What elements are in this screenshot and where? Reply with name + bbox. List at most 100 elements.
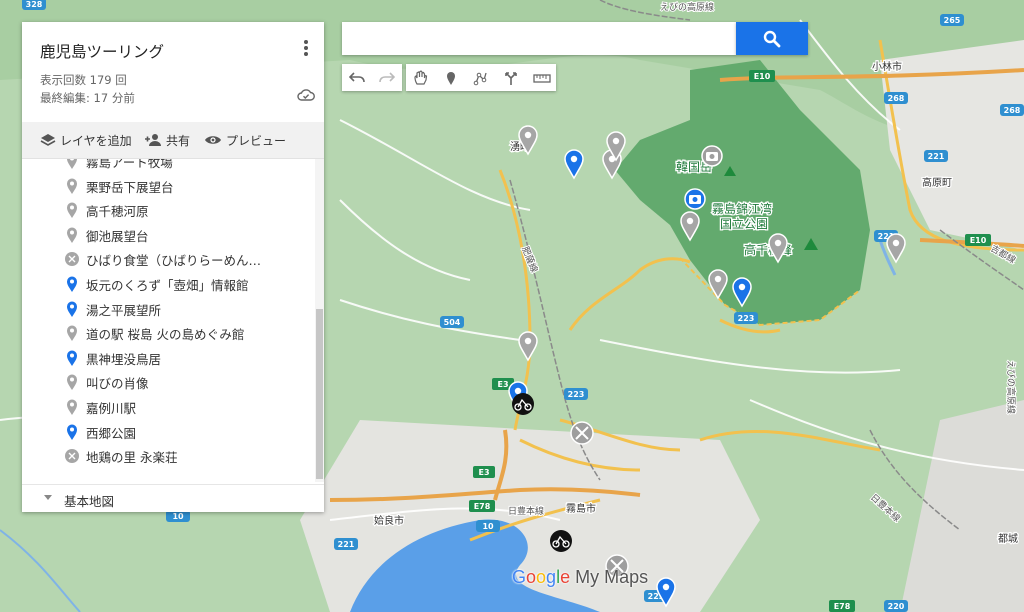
search-button[interactable] <box>736 22 808 55</box>
map-label-miyakonojo: 都城 <box>998 533 1018 545</box>
panel-actions: レイヤを追加 共有 プレビュー <box>22 122 324 159</box>
search-box <box>342 22 738 55</box>
route-shield: 221 <box>928 152 945 161</box>
list-item-label: 嘉例川駅 <box>86 401 137 416</box>
list-item-label: 黒神埋没鳥居 <box>86 351 162 367</box>
expressway-shield: E3 <box>478 468 489 477</box>
list-item-label: 湯之平展望所 <box>86 302 162 318</box>
share-button[interactable]: 共有 <box>144 122 190 158</box>
route-shield: 10 <box>482 522 494 531</box>
list-item[interactable]: 嘉例川駅 <box>22 395 312 419</box>
view-count: 表示回数 179 回 <box>40 73 127 87</box>
map-label-takaharu: 高原町 <box>922 176 952 189</box>
list-item[interactable]: 高千穂河原 <box>22 198 312 222</box>
scrollbar-thumb[interactable] <box>316 309 323 479</box>
drawing-toolbar <box>406 64 556 91</box>
map-marker-camera-icon[interactable] <box>701 145 723 167</box>
list-item-label: 道の駅 桜島 火の島めぐみ館 <box>86 327 245 343</box>
undo-button[interactable] <box>342 64 372 91</box>
list-item-label: ひばり食堂（ひばりらーめん… <box>86 253 262 269</box>
route-shield: 504 <box>444 318 461 327</box>
measure-button[interactable] <box>526 64 556 91</box>
blue-pin-icon <box>65 275 79 293</box>
map-label-kirishima-city: 霧島市 <box>566 502 596 515</box>
route-shield: 223 <box>568 390 585 399</box>
add-layer-button[interactable]: レイヤを追加 <box>40 122 132 158</box>
list-item[interactable]: 坂元のくろず「壺畑」情報館 <box>22 272 312 296</box>
list-item[interactable]: 叫びの肖像 <box>22 370 312 394</box>
restaurant-icon <box>65 447 79 465</box>
add-layer-label: レイヤを追加 <box>60 133 132 148</box>
eye-icon <box>205 136 221 144</box>
route-shield: 268 <box>1004 106 1021 115</box>
gray-pin-icon <box>65 373 79 391</box>
list-item[interactable]: 湯之平展望所 <box>22 297 312 321</box>
marker-icon <box>447 72 455 85</box>
basemap-toggle[interactable]: 基本地図 <box>22 484 324 512</box>
expressway-shield: E10 <box>970 236 987 245</box>
history-toolbar <box>342 64 402 91</box>
map-marker-cycling-icon[interactable] <box>550 530 572 552</box>
map-label-aira-city: 姶良市 <box>374 514 404 527</box>
expressway-shield: E78 <box>474 502 491 511</box>
map-label-park-line1: 霧島錦江湾 <box>712 201 772 216</box>
list-item-label: 坂元のくろず「壺畑」情報館 <box>86 278 249 293</box>
map-label-ebino-kogen-line: えびの高原線 <box>660 1 714 13</box>
list-item[interactable]: 霧島アート牧場 <box>22 159 312 173</box>
expressway-shield: E3 <box>497 380 508 389</box>
route-shield: 223 <box>738 314 755 323</box>
map-marker-restaurant-icon[interactable] <box>570 421 594 445</box>
expressway-shield: E10 <box>754 72 771 81</box>
search-input[interactable] <box>342 22 738 55</box>
list-item-label: 高千穂河原 <box>86 204 149 220</box>
directions-icon <box>505 72 517 85</box>
redo-icon <box>379 72 395 83</box>
preview-label: プレビュー <box>226 133 287 148</box>
route-shield: 220 <box>888 602 905 611</box>
draw-line-icon <box>473 72 487 86</box>
gray-pin-icon <box>65 201 79 219</box>
pan-hand-button[interactable] <box>406 64 436 91</box>
place-list: 霧島アート牧場栗野岳下展望台 高千穂河原御池展望台ひばり食堂（ひばりらーめん… 坂元… <box>22 159 324 482</box>
gray-pin-icon <box>65 177 79 195</box>
map-label-ebino-kogen-line-2: えびの高原線 <box>1005 360 1017 414</box>
scrollbar[interactable] <box>315 159 324 482</box>
add-person-icon <box>145 134 161 146</box>
preview-button[interactable]: プレビュー <box>204 122 286 158</box>
cloud-saved-icon <box>297 89 315 101</box>
map-marker-camera-icon[interactable] <box>684 188 706 210</box>
list-item[interactable]: 地鶏の里 永楽荘 <box>22 444 312 468</box>
ruler-icon <box>533 74 551 83</box>
route-shield: 265 <box>944 16 961 25</box>
map-marker-cycling-icon[interactable] <box>512 393 534 415</box>
list-item-label: 霧島アート牧場 <box>86 159 173 170</box>
list-item[interactable]: 栗野岳下展望台 <box>22 174 312 198</box>
list-item[interactable]: 道の駅 桜島 火の島めぐみ館 <box>22 321 312 345</box>
more-options-icon[interactable] <box>298 37 314 59</box>
list-item-label: 西郷公園 <box>86 425 137 441</box>
google-my-maps-logo: Google My Maps <box>512 567 649 587</box>
add-marker-button[interactable] <box>436 64 466 91</box>
undo-icon <box>349 72 365 83</box>
list-item[interactable]: 黒神埋没鳥居 <box>22 346 312 370</box>
draw-line-button[interactable] <box>466 64 496 91</box>
route-shield: 221 <box>338 540 355 549</box>
redo-button[interactable] <box>372 64 402 91</box>
list-item[interactable]: ひばり食堂（ひばりらーめん… <box>22 247 312 271</box>
list-item[interactable]: 御池展望台 <box>22 223 312 247</box>
chevron-down-icon <box>44 495 52 500</box>
map-label-park-line2: 国立公園 <box>720 216 768 231</box>
mymaps-text: My Maps <box>570 567 649 587</box>
blue-pin-icon <box>65 349 79 367</box>
map-label-nippo-line: 日豊本線 <box>508 505 544 517</box>
directions-button[interactable] <box>496 64 526 91</box>
list-item[interactable]: 西郷公園 <box>22 420 312 444</box>
map-label-kobayashi: 小林市 <box>872 60 902 73</box>
map-title[interactable]: 鹿児島ツーリング <box>40 40 164 62</box>
blue-pin-icon <box>65 300 79 318</box>
route-shield: 268 <box>888 94 905 103</box>
route-shield: 10 <box>172 512 184 521</box>
blue-pin-icon <box>65 423 79 441</box>
list-item-label: 栗野岳下展望台 <box>86 179 174 195</box>
list-item-label: 地鶏の里 永楽荘 <box>86 450 178 466</box>
